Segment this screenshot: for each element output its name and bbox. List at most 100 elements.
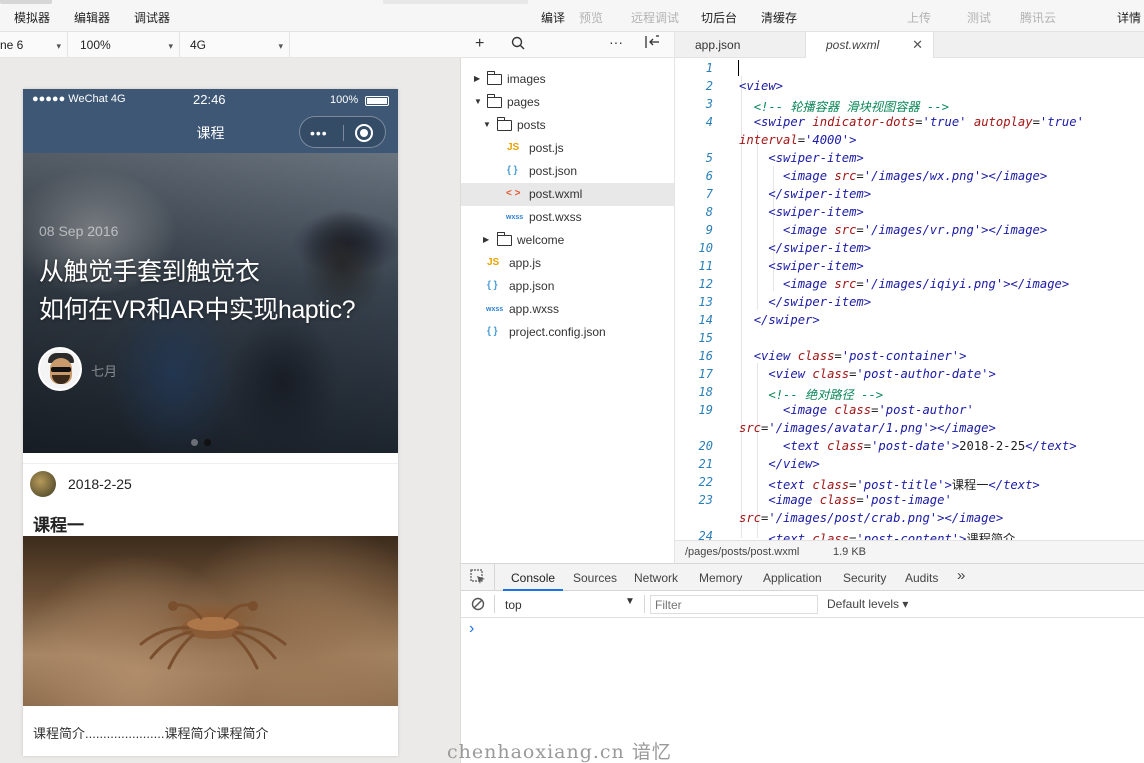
- remote-debug-button[interactable]: 远程调试: [631, 9, 679, 26]
- battery-icon: [365, 96, 389, 106]
- details-button[interactable]: 详情: [1117, 9, 1141, 26]
- devtools-tabs: Console Sources Network Memory Applicati…: [461, 563, 1144, 591]
- more-tabs-icon[interactable]: »: [957, 567, 965, 584]
- tab-network[interactable]: Network: [634, 571, 678, 585]
- wxss-file-icon: wxss: [486, 306, 504, 313]
- watermark: chenhaoxiang.cn 谙忆: [447, 741, 672, 763]
- slide-author-avatar: [38, 347, 82, 391]
- network-select[interactable]: 4G ▾: [180, 32, 290, 58]
- close-program-icon[interactable]: [355, 124, 373, 142]
- chevron-down-icon: ▾: [56, 41, 61, 51]
- code-line: <text class='post-content'>课程简介: [768, 532, 1016, 540]
- indicator-dot-active[interactable]: [204, 439, 211, 446]
- chevron-right-icon[interactable]: ▶: [474, 74, 480, 83]
- tree-item-post-json[interactable]: { } post.json: [461, 160, 674, 183]
- mode-selector-stub[interactable]: [383, 0, 528, 4]
- code-line: <image class='post-image': [768, 493, 952, 507]
- code-line: interval='4000'>: [739, 133, 857, 147]
- tab-security[interactable]: Security: [843, 571, 886, 585]
- code-line: <view class='post-author-date'>: [768, 367, 996, 381]
- tab-memory[interactable]: Memory: [699, 571, 742, 585]
- banner-swiper[interactable]: 08 Sep 2016 从触觉手套到触觉衣 如何在VR和AR中实现haptic?…: [23, 153, 398, 453]
- tree-item-posts[interactable]: ▼ posts: [461, 114, 674, 137]
- console-filter-input[interactable]: [650, 595, 818, 614]
- simulator-toggle-stub[interactable]: [0, 0, 52, 4]
- log-levels-select[interactable]: Default levels ▾: [827, 597, 908, 611]
- line-number: 12: [698, 277, 713, 291]
- tab-application[interactable]: Application: [763, 571, 822, 585]
- json-file-icon: { }: [507, 165, 518, 176]
- post-date: 2018-2-25: [68, 476, 132, 492]
- json-file-icon: { }: [487, 280, 498, 291]
- tree-item-app-json[interactable]: { } app.json: [461, 275, 674, 298]
- tab-app-json[interactable]: app.json: [675, 32, 806, 58]
- more-icon[interactable]: ···: [609, 34, 623, 50]
- context-select[interactable]: top ▼: [499, 594, 639, 614]
- search-icon[interactable]: [511, 36, 525, 53]
- folder-open-icon: [487, 94, 502, 108]
- tree-item-post-wxss[interactable]: wxss post.wxss: [461, 206, 674, 229]
- tencent-cloud-button[interactable]: 腾讯云: [1020, 9, 1056, 26]
- line-number: 19: [698, 403, 713, 417]
- tree-item-app-wxss[interactable]: wxss app.wxss: [461, 298, 674, 321]
- close-tab-icon[interactable]: ✕: [912, 32, 923, 58]
- code-line: <!-- 绝对路径 -->: [768, 388, 884, 402]
- collapse-panel-icon[interactable]: [644, 35, 660, 52]
- tab-audits[interactable]: Audits: [905, 571, 938, 585]
- more-menu-icon[interactable]: •••: [310, 125, 328, 141]
- tree-item-label: post.json: [529, 164, 578, 178]
- add-file-icon[interactable]: +: [475, 35, 484, 53]
- slide-title-line-1: 从触觉手套到触觉衣: [39, 258, 260, 286]
- code-line: <swiper-item>: [768, 205, 864, 219]
- zoom-select-value: 100%: [80, 38, 111, 52]
- tree-item-post-wxml[interactable]: < > post.wxml: [461, 183, 674, 206]
- test-button[interactable]: 测试: [967, 9, 991, 26]
- line-number: 4: [705, 115, 713, 129]
- tree-item-project-config[interactable]: { } project.config.json: [461, 321, 674, 344]
- line-number: 2: [705, 79, 713, 93]
- chevron-down-icon: ▼: [625, 596, 635, 607]
- clear-console-icon[interactable]: [471, 597, 485, 614]
- post-image: [23, 536, 398, 706]
- slide-title-line-2: 如何在VR和AR中实现haptic?: [39, 296, 356, 324]
- code-line: <view class='post-container'>: [753, 349, 967, 363]
- inspect-element-icon[interactable]: [470, 569, 486, 588]
- tree-item-label: post.js: [529, 141, 564, 155]
- code-line: <swiper-item>: [768, 259, 864, 273]
- tab-sources[interactable]: Sources: [573, 571, 617, 585]
- swiper-indicator-dots[interactable]: [191, 435, 217, 449]
- chevron-right-icon[interactable]: ▶: [483, 235, 489, 244]
- tree-item-welcome[interactable]: ▶ welcome: [461, 229, 674, 252]
- tree-item-pages[interactable]: ▼ pages: [461, 91, 674, 114]
- carrier-text: ●●●●● WeChat 4G: [32, 93, 126, 105]
- chevron-down-icon[interactable]: ▼: [483, 120, 491, 129]
- device-select[interactable]: ne 6 ▾: [0, 32, 68, 58]
- upload-button[interactable]: 上传: [907, 9, 931, 26]
- slide-date: 08 Sep 2016: [39, 223, 119, 239]
- tab-post-wxml[interactable]: post.wxml ✕: [806, 32, 934, 58]
- background-button[interactable]: 切后台: [701, 9, 737, 26]
- device-select-value: ne 6: [0, 38, 24, 52]
- file-path: /pages/posts/post.wxml: [685, 546, 800, 558]
- divider: [23, 463, 398, 464]
- tree-item-app-js[interactable]: JS app.js: [461, 252, 674, 275]
- post-author-avatar: [30, 471, 56, 497]
- clear-cache-button[interactable]: 清缓存: [761, 9, 797, 26]
- context-select-value: top: [505, 598, 522, 612]
- line-number: 7: [705, 187, 713, 201]
- simulator-button[interactable]: 模拟器: [14, 9, 50, 26]
- compile-button[interactable]: 编译: [541, 9, 565, 26]
- chevron-down-icon[interactable]: ▼: [474, 97, 482, 106]
- debugger-button[interactable]: 调试器: [134, 9, 170, 26]
- tree-item-images[interactable]: ▶ images: [461, 68, 674, 91]
- mini-program-capsule[interactable]: •••: [299, 116, 386, 148]
- preview-button[interactable]: 预览: [579, 9, 603, 26]
- indicator-dot[interactable]: [191, 439, 198, 446]
- line-number: 6: [705, 169, 713, 183]
- tab-console[interactable]: Console: [511, 571, 555, 585]
- folder-open-icon: [497, 117, 512, 131]
- code-editor[interactable]: 1 2 3 4 5 6 7 8 9 10 11 12 13 14 15 16 1…: [675, 58, 1144, 540]
- editor-button[interactable]: 编辑器: [74, 9, 110, 26]
- tree-item-post-js[interactable]: JS post.js: [461, 137, 674, 160]
- zoom-select[interactable]: 100% ▾: [68, 32, 180, 58]
